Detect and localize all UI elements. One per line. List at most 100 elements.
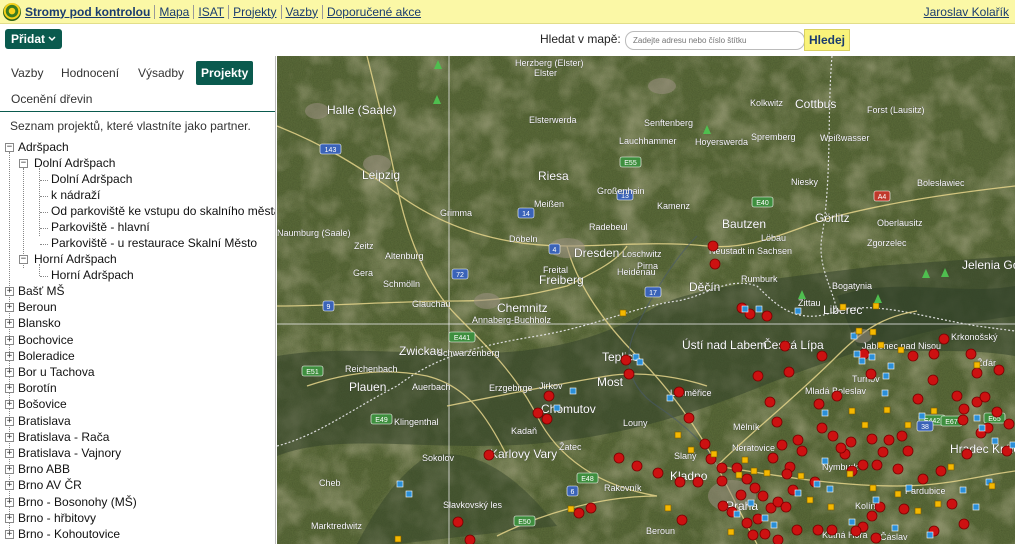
user-name-link[interactable]: Jaroslav Kolařík	[924, 5, 1009, 19]
ornament-marker-icon[interactable]	[1009, 441, 1015, 449]
ornament-marker-icon[interactable]	[991, 437, 999, 445]
event-marker-icon[interactable]	[741, 456, 749, 464]
ornament-marker-icon[interactable]	[813, 480, 821, 488]
tree-marker-icon[interactable]	[683, 412, 695, 424]
ornament-marker-icon[interactable]	[868, 353, 876, 361]
ornament-marker-icon[interactable]	[926, 531, 934, 539]
collapse-icon[interactable]: −	[19, 255, 28, 264]
tree-marker-icon[interactable]	[699, 438, 711, 450]
tree-marker-icon[interactable]	[731, 462, 743, 474]
tree-marker-icon[interactable]	[991, 406, 1003, 418]
tree-marker-icon[interactable]	[652, 467, 664, 479]
ornament-marker-icon[interactable]	[848, 518, 856, 526]
tree-marker-icon[interactable]	[783, 366, 795, 378]
tree-marker-icon[interactable]	[759, 528, 771, 540]
tree-marker-icon[interactable]	[620, 354, 632, 366]
expand-icon[interactable]: +	[5, 351, 14, 361]
tree-marker-icon[interactable]	[757, 490, 769, 502]
expand-icon[interactable]: +	[5, 335, 14, 345]
expand-icon[interactable]: +	[5, 465, 14, 475]
tree-marker-icon[interactable]	[716, 462, 728, 474]
tree-marker-icon[interactable]	[877, 446, 889, 458]
tree-marker-icon[interactable]	[692, 476, 704, 488]
event-marker-icon[interactable]	[806, 496, 814, 504]
tab-projekty[interactable]: Projekty	[196, 61, 254, 85]
tab-vazby[interactable]: Vazby	[6, 61, 48, 85]
tree-marker-icon[interactable]	[752, 513, 764, 525]
tree-marker-icon[interactable]	[951, 390, 963, 402]
tree-marker-icon[interactable]	[573, 507, 585, 519]
tree-leaf[interactable]: k nádraží	[51, 188, 100, 204]
tree-marker-icon[interactable]	[543, 390, 555, 402]
tree-marker-icon[interactable]	[892, 463, 904, 475]
expand-icon[interactable]: +	[5, 497, 14, 507]
tree-marker-icon[interactable]	[741, 473, 753, 485]
ornament-marker-icon[interactable]	[973, 414, 981, 422]
tree-marker-icon[interactable]	[957, 414, 969, 426]
event-marker-icon[interactable]	[735, 471, 743, 479]
nav-link-vazby[interactable]: Vazby	[286, 5, 318, 19]
tree-marker-icon[interactable]	[791, 524, 803, 536]
tree-marker-icon[interactable]	[735, 489, 747, 501]
tree-marker-icon[interactable]	[845, 436, 857, 448]
event-marker-icon[interactable]	[687, 446, 695, 454]
tree-marker-icon[interactable]	[874, 501, 886, 513]
tree-marker-icon[interactable]	[865, 368, 877, 380]
ornament-marker-icon[interactable]	[821, 409, 829, 417]
tree-marker-icon[interactable]	[813, 398, 825, 410]
ornament-marker-icon[interactable]	[858, 357, 866, 365]
event-marker-icon[interactable]	[848, 407, 856, 415]
tree-marker-icon[interactable]	[673, 386, 685, 398]
tree-marker-icon[interactable]	[631, 460, 643, 472]
ornament-marker-icon[interactable]	[887, 362, 895, 370]
tree-marker-icon[interactable]	[752, 370, 764, 382]
expand-icon[interactable]: +	[5, 400, 14, 410]
tree-leaf[interactable]: Parkoviště - hlavní	[51, 220, 150, 236]
ornament-marker-icon[interactable]	[553, 404, 561, 412]
tree-marker-icon[interactable]	[902, 445, 914, 457]
tree-marker-icon[interactable]	[796, 445, 808, 457]
tree-leaf[interactable]: Dolní Adršpach	[51, 172, 132, 188]
tree-marker-icon[interactable]	[938, 333, 950, 345]
nav-link-mapa[interactable]: Mapa	[159, 5, 189, 19]
ornament-marker-icon[interactable]	[905, 484, 913, 492]
ornament-marker-icon[interactable]	[891, 524, 899, 532]
tree-marker-icon[interactable]	[858, 348, 870, 360]
satellite-map[interactable]: 1431447217139E40E55E49E48E441E442E51A4E6…	[277, 56, 1015, 544]
ornament-marker-icon[interactable]	[972, 503, 980, 511]
event-marker-icon[interactable]	[619, 309, 627, 317]
tree-marker-icon[interactable]	[585, 502, 597, 514]
tree-marker-icon[interactable]	[761, 310, 773, 322]
tree-marker-icon[interactable]	[979, 391, 991, 403]
tree-marker-icon[interactable]	[866, 433, 878, 445]
event-marker-icon[interactable]	[973, 361, 981, 369]
tree-marker-icon[interactable]	[541, 413, 553, 425]
tree-marker-icon[interactable]	[835, 442, 847, 454]
tree-marker-icon[interactable]	[717, 500, 729, 512]
tree-marker-icon[interactable]	[883, 434, 895, 446]
tree-marker-icon[interactable]	[779, 340, 791, 352]
collapse-icon[interactable]: −	[19, 159, 28, 168]
expand-icon[interactable]: +	[5, 287, 14, 296]
event-marker-icon[interactable]	[727, 528, 735, 536]
expand-icon[interactable]: +	[5, 432, 14, 442]
tree-marker-icon[interactable]	[623, 368, 635, 380]
ornament-marker-icon[interactable]	[882, 372, 890, 380]
tree-marker-icon[interactable]	[747, 529, 759, 541]
tree-marker-icon[interactable]	[898, 503, 910, 515]
expand-icon[interactable]: +	[5, 384, 14, 394]
event-marker-icon[interactable]	[988, 482, 996, 490]
ornament-marker-icon[interactable]	[978, 424, 986, 432]
ornament-marker-icon[interactable]	[761, 514, 769, 522]
event-marker-icon[interactable]	[872, 302, 880, 310]
event-marker-icon[interactable]	[897, 346, 905, 354]
tree-marker-icon[interactable]	[958, 518, 970, 530]
tree-marker-icon[interactable]	[946, 498, 958, 510]
event-marker-icon[interactable]	[947, 463, 955, 471]
nav-link-isat[interactable]: ISAT	[198, 5, 224, 19]
tab-hodnoceni[interactable]: Hodnocení	[56, 61, 124, 85]
tree-marker-icon[interactable]	[866, 510, 878, 522]
event-marker-icon[interactable]	[750, 467, 758, 475]
ornament-marker-icon[interactable]	[636, 358, 644, 366]
event-marker-icon[interactable]	[567, 505, 575, 513]
